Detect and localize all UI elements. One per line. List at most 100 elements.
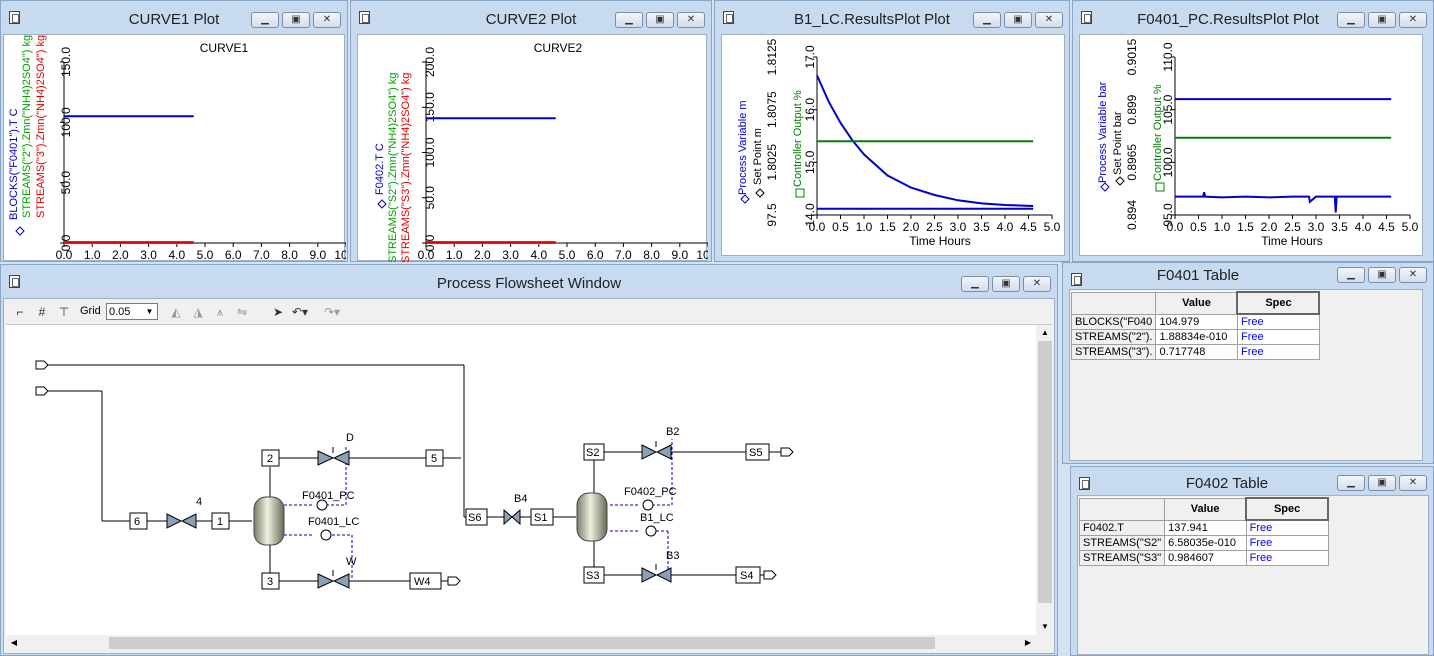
spec-cell[interactable]: Free — [1245, 519, 1329, 536]
y-tick-label: 0.8965 — [1125, 144, 1139, 181]
pv-marker — [1100, 182, 1110, 192]
spec-cell[interactable]: Free — [1236, 329, 1320, 345]
x-tick-label: 0.5 — [1190, 220, 1207, 234]
rotate-left-icon[interactable]: ◭ — [168, 304, 184, 320]
minimize-button[interactable]: ▁ — [973, 12, 1001, 28]
b1-lc-plot-area[interactable]: Process Variable m Set Point m Controlle… — [721, 34, 1065, 256]
sp-marker — [755, 188, 765, 198]
spec-cell[interactable]: Free — [1236, 344, 1320, 360]
stream-label: S3 — [586, 570, 599, 582]
minimize-button[interactable]: ▁ — [615, 12, 643, 28]
minimize-button[interactable]: ▁ — [251, 12, 279, 28]
stream-label: S4 — [740, 570, 753, 582]
curve2-titlebar[interactable]: CURVE2 Plot ▁ ▣ ✕ — [351, 1, 711, 33]
y-tick-label: 105.0 — [1161, 94, 1175, 124]
y-label-1: F0402.T C — [374, 143, 386, 195]
grid-icon[interactable]: # — [34, 304, 50, 320]
close-button[interactable]: ✕ — [1035, 12, 1063, 28]
x-tick-label: 1.5 — [1237, 220, 1254, 234]
maximize-button[interactable]: ▣ — [992, 276, 1020, 292]
flip-horizontal-icon[interactable]: ⇋ — [234, 304, 250, 320]
y-tick-label: 200.0 — [423, 47, 437, 77]
x-tick-label: 6.0 — [225, 248, 242, 262]
snap-icon[interactable]: ⊤ — [56, 304, 72, 320]
process-flowsheet-window[interactable]: Process Flowsheet Window ▁ ▣ ✕ ⌐ # ⊤ Grid … — [0, 264, 1058, 656]
chart-title: CURVE1 — [200, 41, 249, 55]
flowsheet-titlebar[interactable]: Process Flowsheet Window ▁ ▣ ✕ — [1, 265, 1057, 297]
align-icon[interactable]: ⌐ — [12, 304, 28, 320]
table-row: STREAMS("3"). 0.717748 Free — [1070, 344, 1320, 360]
x-tick-label: 4.5 — [1378, 220, 1395, 234]
close-button[interactable]: ✕ — [1399, 12, 1427, 28]
f0401-table-window[interactable]: F0401 Table ▁ ▣ ✕ Value Spec BLOCKS("F040 10… — [1062, 262, 1434, 464]
value-cell[interactable]: 104.979 — [1155, 313, 1238, 330]
minimize-button[interactable]: ▁ — [961, 276, 989, 292]
feed-arrow-icon — [35, 386, 49, 396]
curve2-plot-window[interactable]: CURVE2 Plot ▁ ▣ ✕ CURVE2 F0402.T C STREAMS… — [350, 0, 720, 263]
value-cell[interactable]: 0.717748 — [1155, 344, 1238, 360]
maximize-button[interactable]: ▣ — [1368, 475, 1396, 491]
b1-lc-titlebar[interactable]: B1_LC.ResultsPlot Plot ▁ ▣ ✕ — [715, 1, 1069, 33]
block-label: B1_LC — [640, 512, 674, 524]
op-marker — [795, 188, 805, 198]
stream-label: S6 — [468, 512, 481, 524]
spec-cell[interactable]: Free — [1245, 535, 1329, 551]
close-button[interactable]: ✕ — [313, 12, 341, 28]
scroll-right-icon[interactable]: ▶ — [1020, 635, 1036, 651]
x-tick-label: 9.0 — [309, 248, 326, 262]
f0401-pc-plot-window[interactable]: F0401_PC.ResultsPlot Plot ▁ ▣ ✕ Process Va… — [1072, 0, 1434, 262]
b1-lc-plot-window[interactable]: B1_LC.ResultsPlot Plot ▁ ▣ ✕ Process Varia… — [714, 0, 1070, 262]
spec-cell[interactable]: Free — [1245, 550, 1329, 566]
value-cell[interactable]: 1.88834e-010 — [1155, 329, 1238, 345]
y-tick-label: 50.0 — [423, 186, 437, 210]
scroll-up-icon[interactable]: ▲ — [1036, 325, 1054, 341]
f0402-table-window[interactable]: F0402 Table ▁ ▣ ✕ Value Spec F0402.T 137.941… — [1070, 466, 1434, 656]
minimize-button[interactable]: ▁ — [1337, 12, 1365, 28]
flowsheet-canvas[interactable]: 6 1 2 3 5 W4 S6 S1 S2 S3 S5 S4 4 F0401_L… — [6, 325, 1036, 635]
curve1-titlebar[interactable]: CURVE1 Plot ▁ ▣ ✕ — [1, 1, 347, 33]
scroll-thumb[interactable] — [109, 637, 935, 649]
maximize-button[interactable]: ▣ — [1368, 12, 1396, 28]
x-tick-label: 5.0 — [197, 248, 214, 262]
maximize-button[interactable]: ▣ — [1368, 267, 1396, 283]
block-label: B4 — [514, 493, 527, 505]
spec-cell[interactable]: Free — [1236, 313, 1320, 330]
maximize-button[interactable]: ▣ — [1004, 12, 1032, 28]
x-tick-label: 4.0 — [997, 220, 1014, 234]
minimize-button[interactable]: ▁ — [1337, 475, 1365, 491]
close-button[interactable]: ✕ — [677, 12, 705, 28]
close-button[interactable]: ✕ — [1399, 267, 1427, 283]
y-label-1: Process Variable bar — [1097, 81, 1109, 183]
redo-icon[interactable]: ↷▾ — [324, 304, 340, 320]
undo-icon[interactable]: ↶▾ — [292, 304, 308, 320]
vertical-scrollbar[interactable]: ▲ ▼ — [1036, 325, 1054, 635]
value-cell[interactable]: 137.941 — [1164, 519, 1247, 536]
x-tick-label: 10.0 — [334, 248, 346, 262]
rotate-right-icon[interactable]: ◮ — [190, 304, 206, 320]
grid-size-select[interactable]: 0.05 ▼ — [106, 303, 158, 320]
value-cell[interactable]: 6.58035e-010 — [1164, 535, 1247, 551]
scroll-left-icon[interactable]: ◀ — [6, 635, 22, 651]
maximize-button[interactable]: ▣ — [646, 12, 674, 28]
column-header: Value — [1155, 291, 1238, 315]
value-cell[interactable]: 0.984607 — [1164, 550, 1247, 566]
flip-vertical-icon[interactable]: ⩚ — [212, 304, 228, 320]
row-header: STREAMS("S3" — [1078, 550, 1166, 566]
close-button[interactable]: ✕ — [1399, 475, 1427, 491]
flowsheet-toolbar: ⌐ # ⊤ Grid 0.05 ▼ ◭ ◮ ⩚ ⇋ ➤ ↶▾ ↷▾ — [6, 300, 1052, 325]
y-tick-label: 50.0 — [59, 171, 73, 195]
minimize-button[interactable]: ▁ — [1337, 267, 1365, 283]
close-button[interactable]: ✕ — [1023, 276, 1051, 292]
horizontal-scrollbar[interactable]: ◀ ▶ — [6, 635, 1036, 651]
pointer-icon[interactable]: ➤ — [270, 304, 286, 320]
x-axis-label: Time Hours — [1261, 234, 1323, 248]
f0401-pc-titlebar[interactable]: F0401_PC.ResultsPlot Plot ▁ ▣ ✕ — [1073, 1, 1433, 33]
curve1-plot-area[interactable]: CURVE1 BLOCKS("F0401").T C STREAMS("2").… — [3, 31, 358, 262]
block-label: B2 — [666, 426, 679, 438]
scroll-thumb[interactable] — [1038, 341, 1052, 603]
maximize-button[interactable]: ▣ — [282, 12, 310, 28]
curve2-plot-area[interactable]: CURVE2 F0402.T C STREAMS("S2").Zmn("NH4)… — [357, 34, 720, 263]
scroll-down-icon[interactable]: ▼ — [1036, 619, 1054, 635]
f0401-pc-plot-area[interactable]: Process Variable bar Set Point bar Contr… — [1079, 34, 1423, 256]
curve1-plot-window[interactable]: CURVE1 Plot ▁ ▣ ✕ CURVE1 BLOCKS("F0401").T… — [0, 0, 358, 262]
